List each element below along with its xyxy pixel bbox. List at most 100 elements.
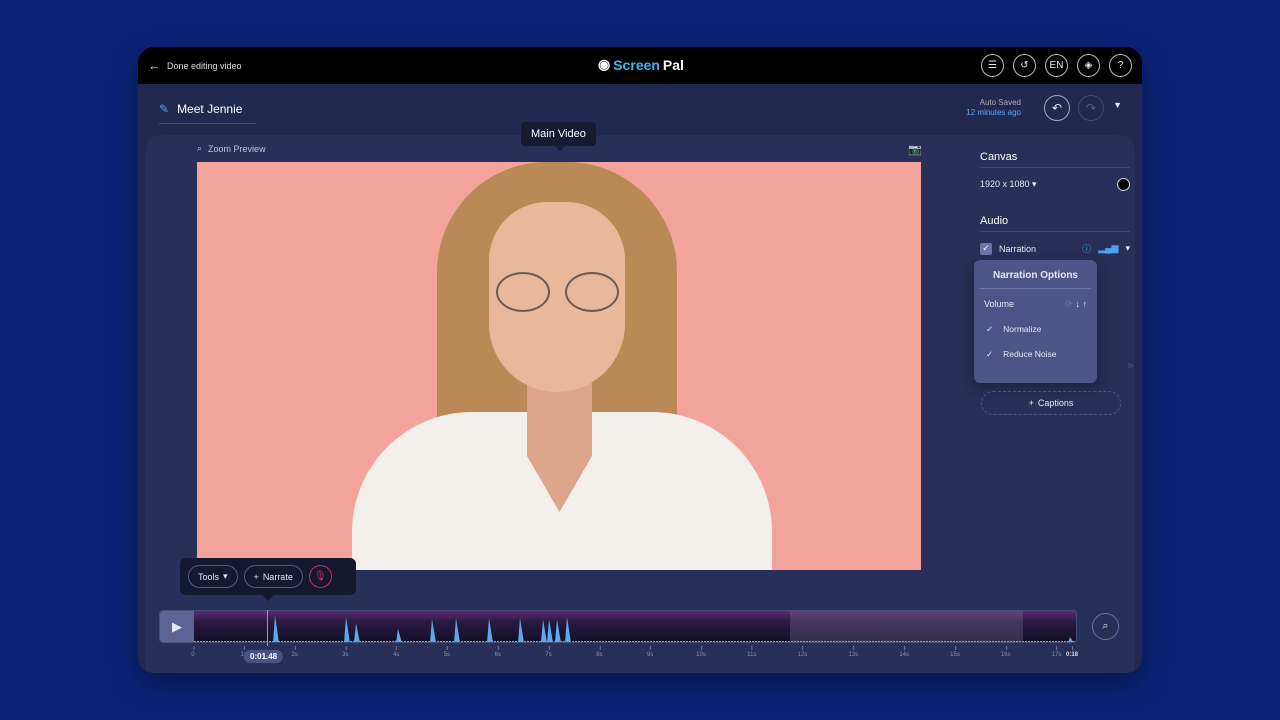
wave-bar bbox=[989, 641, 991, 642]
wave-bar bbox=[377, 641, 379, 642]
wave-bar bbox=[584, 641, 586, 642]
checklist-icon[interactable]: ☰ bbox=[981, 54, 1004, 77]
wave-bar bbox=[302, 641, 304, 642]
wave-bar bbox=[509, 641, 511, 642]
play-button[interactable]: ▶ bbox=[160, 611, 194, 642]
reduce-noise-option[interactable]: ✓ Reduce Noise bbox=[974, 335, 1097, 360]
reduce-noise-check-icon: ✓ bbox=[986, 349, 994, 359]
history-dropdown-icon[interactable]: ▼ bbox=[1113, 100, 1122, 110]
add-captions-button[interactable]: + Captions bbox=[981, 391, 1121, 415]
timeline-toolbar: Tools ▾ + Narrate 🎙 bbox=[180, 558, 356, 601]
volume-down-icon[interactable]: ↓ bbox=[1075, 299, 1080, 309]
zoom-preview-button[interactable]: ⌕ Zoom Preview bbox=[197, 143, 266, 154]
plus-icon: + bbox=[1028, 398, 1034, 408]
wave-bar bbox=[530, 641, 532, 642]
editor-main: ⌕ Zoom Preview 📷 Main Video Canvas 1920 x… bbox=[145, 122, 1135, 673]
wave-bar bbox=[704, 641, 706, 642]
wave-bar bbox=[761, 641, 763, 642]
wave-bar bbox=[857, 641, 859, 642]
audio-heading: Audio bbox=[980, 191, 1130, 232]
canvas-color-swatch[interactable] bbox=[1117, 178, 1130, 191]
wave-bar bbox=[791, 641, 793, 642]
volume-up-icon[interactable]: ↑ bbox=[1083, 299, 1088, 309]
timeline-track[interactable]: ▶ bbox=[159, 610, 1077, 643]
tick-label: 7s bbox=[545, 646, 552, 658]
tools-button[interactable]: Tools ▾ bbox=[188, 565, 238, 588]
wave-bar bbox=[461, 641, 463, 642]
language-button[interactable]: EN bbox=[1045, 54, 1068, 77]
wave-bar bbox=[1055, 641, 1057, 642]
wave-bar bbox=[284, 641, 286, 642]
wave-bar bbox=[650, 641, 652, 642]
help-icon[interactable]: ? bbox=[1109, 54, 1132, 77]
wave-bar bbox=[290, 641, 292, 642]
wave-bar bbox=[644, 641, 646, 642]
expand-panel-icon[interactable]: » bbox=[1127, 358, 1134, 372]
wave-bar bbox=[920, 641, 922, 642]
wave-bar bbox=[935, 641, 937, 642]
wave-bar bbox=[413, 641, 415, 642]
wave-bar bbox=[1064, 641, 1066, 642]
wave-bar bbox=[299, 641, 301, 642]
wave-bar bbox=[980, 641, 982, 642]
wave-bar bbox=[998, 641, 1000, 642]
wave-bar bbox=[635, 641, 637, 642]
tick-label: 9s bbox=[647, 646, 654, 658]
wave-bar bbox=[485, 641, 487, 642]
wave-bar bbox=[932, 641, 934, 642]
wave-bar bbox=[755, 641, 757, 642]
wave-bar bbox=[1043, 641, 1045, 642]
wave-bar bbox=[758, 641, 760, 642]
camera-icon[interactable]: 📷 bbox=[908, 143, 922, 156]
wave-bar bbox=[608, 641, 610, 642]
wave-bar bbox=[1049, 641, 1051, 642]
timeline-zoom-button[interactable]: ⌕ bbox=[1092, 613, 1119, 640]
wave-bar bbox=[827, 641, 829, 642]
wave-bar bbox=[230, 641, 232, 642]
audio-levels-icon[interactable]: ▂▄▆ bbox=[1098, 243, 1118, 254]
wave-bar bbox=[233, 641, 235, 642]
wave-bar bbox=[719, 641, 721, 642]
narrate-button[interactable]: + Narrate bbox=[243, 565, 303, 588]
reset-volume-icon[interactable]: ⟳ bbox=[1065, 299, 1073, 309]
redo-button[interactable]: ↷ bbox=[1078, 95, 1104, 121]
wave-bar bbox=[947, 641, 949, 642]
done-editing-button[interactable]: ← Done editing video bbox=[148, 58, 242, 73]
wave-bar bbox=[1052, 641, 1054, 642]
undo-button[interactable]: ↶ bbox=[1044, 95, 1070, 121]
normalize-option[interactable]: ✓ Normalize bbox=[974, 310, 1097, 335]
layers-icon[interactable]: ◈ bbox=[1077, 54, 1100, 77]
canvas-size-dropdown[interactable]: 1920 x 1080 ▾ bbox=[980, 179, 1037, 190]
playhead[interactable] bbox=[267, 610, 268, 646]
wave-bar bbox=[812, 641, 814, 642]
tick-label: 15s bbox=[950, 646, 960, 658]
wave-bar bbox=[923, 641, 925, 642]
wave-bar bbox=[959, 641, 961, 642]
video-preview[interactable] bbox=[197, 162, 921, 570]
wave-bar bbox=[404, 641, 406, 642]
wave-bar bbox=[731, 641, 733, 642]
wave-bar bbox=[983, 641, 985, 642]
narration-dropdown-icon[interactable]: ▾ bbox=[1125, 243, 1130, 254]
wave-bar bbox=[749, 641, 751, 642]
wave-bar bbox=[587, 641, 589, 642]
narration-options-popup: Narration Options Volume ⟳ ↓ ↑ ✓ Normalize… bbox=[974, 260, 1097, 383]
tick-label: 5s bbox=[443, 646, 451, 658]
microphone-icon[interactable]: 🎙 bbox=[308, 565, 332, 588]
volume-label: Volume bbox=[984, 299, 1015, 309]
wave-bar bbox=[362, 641, 364, 642]
captions-label: Captions bbox=[1037, 398, 1074, 408]
wave-bar bbox=[626, 641, 628, 642]
wave-bar bbox=[740, 641, 742, 642]
history-icon[interactable]: ↺ bbox=[1013, 54, 1036, 77]
wave-bar bbox=[422, 641, 424, 642]
wave-bar bbox=[692, 641, 694, 642]
wave-bar bbox=[578, 641, 580, 642]
project-title[interactable]: ✎ Meet Jennie bbox=[159, 102, 256, 124]
wave-bar bbox=[944, 641, 946, 642]
wave-bar bbox=[428, 641, 430, 642]
info-icon[interactable]: ⓘ bbox=[1082, 242, 1091, 255]
wave-bar bbox=[929, 641, 931, 642]
wave-bar bbox=[533, 641, 535, 642]
narration-checkbox[interactable]: ✓ bbox=[980, 242, 992, 255]
